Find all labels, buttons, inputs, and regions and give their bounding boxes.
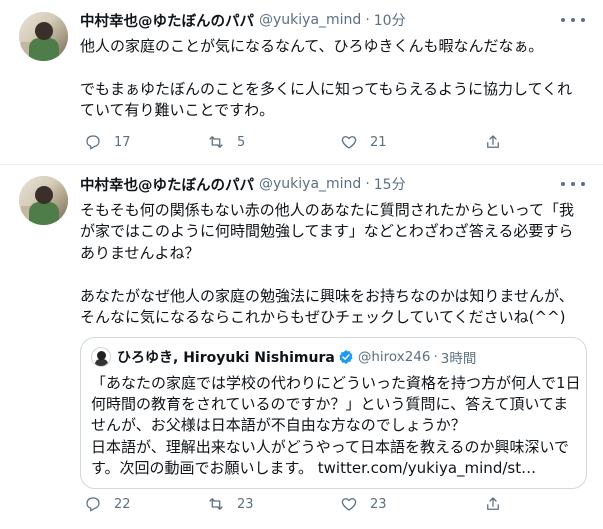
retweet-button[interactable]: 23 <box>207 493 254 515</box>
share-button[interactable] <box>484 131 502 153</box>
separator-dot: · <box>433 349 438 365</box>
tweet-header: 中村幸也@ゆたぼんのパパ @yukiya_mind · 15分 <box>80 173 406 195</box>
retweet-count: 5 <box>237 134 246 150</box>
quoted-tweet-header: ひろゆき, Hiroyuki Nishimura @hirox246 · 3時間 <box>117 347 476 367</box>
retweet-icon <box>209 498 223 510</box>
verified-icon <box>339 350 353 364</box>
tweet-time[interactable]: 15分 <box>374 174 406 194</box>
reply-count: 22 <box>114 496 131 512</box>
reply-count: 17 <box>114 134 131 150</box>
tweet-2[interactable]: 中村幸也@ゆたぼんのパパ @yukiya_mind · 15分 そもそも何の関係… <box>0 164 603 529</box>
author-handle[interactable]: @yukiya_mind <box>259 176 361 192</box>
share-icon <box>487 135 499 148</box>
quoted-tweet[interactable]: ひろゆき, Hiroyuki Nishimura @hirox246 · 3時間… <box>80 337 587 489</box>
retweet-count: 23 <box>237 496 254 512</box>
like-button[interactable]: 21 <box>340 131 387 153</box>
author-avatar[interactable] <box>19 176 68 225</box>
author-avatar[interactable] <box>19 12 68 61</box>
separator-dot: · <box>365 12 370 28</box>
like-icon <box>341 498 357 511</box>
retweet-button[interactable]: 5 <box>207 131 245 153</box>
author-name[interactable]: 中村幸也@ゆたぼんのパパ <box>80 10 254 31</box>
tweet-time[interactable]: 10分 <box>374 10 406 30</box>
quoted-author-name: ひろゆき, Hiroyuki Nishimura <box>117 350 335 366</box>
like-count: 23 <box>370 496 387 512</box>
tweet-header: 中村幸也@ゆたぼんのパパ @yukiya_mind · 10分 <box>80 9 406 31</box>
share-button[interactable] <box>484 493 502 515</box>
tweet-text: そもそも何の関係もない赤の他人のあなたに質問されたからといって「我が家ではこのよ… <box>80 201 574 327</box>
reply-button[interactable]: 17 <box>84 131 131 153</box>
tweet-actions: 17 5 21 <box>84 131 524 153</box>
reply-button[interactable]: 22 <box>84 493 131 515</box>
separator-dot: · <box>365 176 370 192</box>
author-name[interactable]: 中村幸也@ゆたぼんのパパ <box>80 174 254 195</box>
tweet-1[interactable]: 中村幸也@ゆたぼんのパパ @yukiya_mind · 10分 他人の家庭のこと… <box>0 0 603 164</box>
like-count: 21 <box>370 134 387 150</box>
like-button[interactable]: 23 <box>340 493 387 515</box>
tweet-actions: 22 23 23 <box>84 493 524 515</box>
quoted-tweet-time: 3時間 <box>440 351 477 367</box>
like-icon <box>341 136 357 149</box>
reply-icon <box>86 135 100 150</box>
author-handle[interactable]: @yukiya_mind <box>259 12 361 28</box>
quoted-author-avatar <box>91 347 111 367</box>
more-icon[interactable] <box>561 14 585 26</box>
quoted-tweet-text: 「あなたの家庭では学校の代わりにどういった資格を持つ方が何人で1日何時間の教育を… <box>91 374 581 477</box>
quoted-author-handle: @hirox246 <box>357 349 431 365</box>
share-icon <box>487 497 499 510</box>
more-icon[interactable] <box>561 178 585 190</box>
reply-icon <box>86 497 100 512</box>
retweet-icon <box>209 136 223 148</box>
tweet-text: 他人の家庭のことが気になるなんて、ひろゆきくんも暇なんだなぁ。 でもまぁゆたぼん… <box>80 37 573 120</box>
